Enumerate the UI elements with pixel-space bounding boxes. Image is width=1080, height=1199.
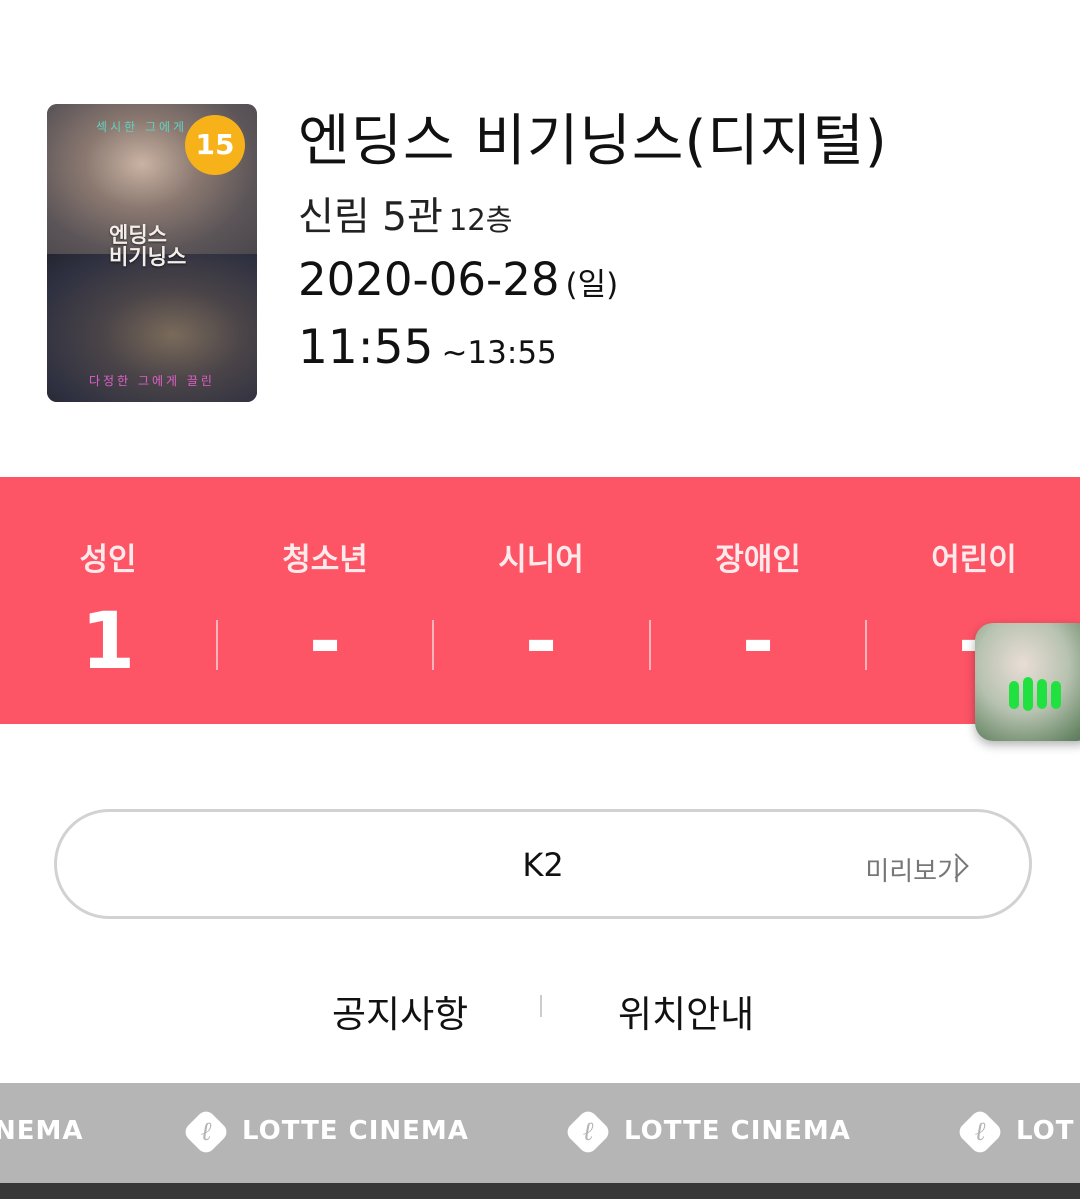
brand-logo: ℓ LOT [958,1110,1080,1154]
ticket-type-label: 어린이 [931,542,1017,578]
lotte-logo-letter-icon: ℓ [582,1117,594,1147]
day-of-week: (일) [565,267,619,303]
brand-logo: ℓ LOTTE CINEMA [563,1107,866,1157]
theater-name: 신림 5관 [298,195,443,240]
poster-title-line1: 엔딩스 [109,223,167,247]
age-rating-badge: 15 [185,115,245,175]
brand-logo: NEMA [0,1110,84,1154]
ticket-count-bar: 성인 1 청소년 - 시니어 - 장애인 - 어린이 - [0,477,1080,724]
ticket-type-adult: 성인 1 [0,477,216,724]
ticket-type-count: 1 [80,597,136,687]
equalizer-bar [1009,681,1019,709]
ticket-type-label: 청소년 [282,542,368,578]
poster-title: 엔딩스 비기닝스 [109,224,219,268]
poster-title-line2: 비기닝스 [109,245,187,269]
ticket-type-senior: 시니어 - [433,477,649,724]
date-value: 2020-06-28 [298,253,560,306]
seat-preview-button[interactable]: K2 미리보기 [54,809,1032,919]
brand-logo-text: NEMA [0,1116,84,1146]
show-time: 11:55 ~13:55 [298,320,557,375]
equalizer-bar [1037,679,1047,709]
movie-title: 엔딩스 비기닝스(디지털) [298,109,888,174]
equalizer-bar [1051,681,1061,709]
end-time: ~13:55 [441,335,557,371]
ticket-type-label: 성인 [79,542,137,578]
show-date: 2020-06-28 (일) [298,253,618,306]
brand-logo-text: LOT [1016,1116,1075,1146]
link-divider [540,995,542,1017]
lotte-cinema-banner: NEMA ℓ LOTTE CINEMA ℓ LOTTE CINEMA ℓ LOT [0,1083,1080,1183]
lotte-logo-letter-icon: ℓ [974,1117,986,1147]
ticket-type-count: - [741,597,775,687]
location-link[interactable]: 위치안내 [618,984,754,1038]
brand-logo-text: LOTTE CINEMA [242,1116,469,1146]
ticket-type-label: 시니어 [498,542,584,578]
bottom-strip [0,1183,1080,1199]
notice-link[interactable]: 공지사항 [332,984,468,1038]
ticket-type-disabled: 장애인 - [650,477,866,724]
theater-floor: 12층 [448,203,513,237]
ticket-type-youth: 청소년 - [217,477,433,724]
ticket-type-count: - [524,597,558,687]
start-time: 11:55 [298,320,434,375]
floating-music-player[interactable] [975,623,1080,741]
brand-logo-text: LOTTE CINEMA [624,1116,851,1146]
ticket-type-count: - [308,597,342,687]
lotte-logo-letter-icon: ℓ [200,1117,212,1147]
brand-logo: ℓ LOTTE CINEMA [181,1107,484,1157]
equalizer-bar [1023,677,1033,711]
ticket-type-label: 장애인 [715,542,801,578]
poster-tagline-bottom: 다정한 그에게 끌린 [89,374,215,388]
theater-info: 신림 5관 12층 [298,186,512,242]
